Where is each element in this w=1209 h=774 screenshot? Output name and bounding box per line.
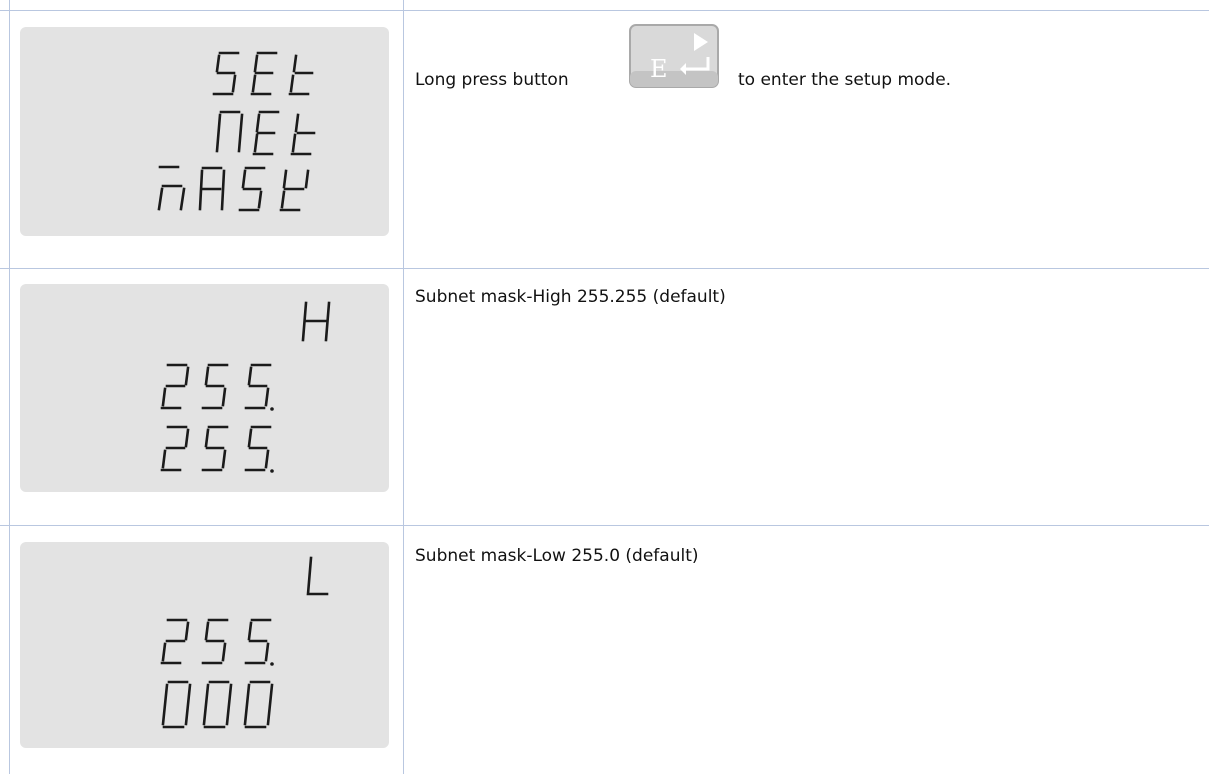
desc-text-before: Long press button — [415, 70, 569, 90]
column-divider — [403, 0, 404, 774]
lcd-segment-digits — [160, 301, 331, 473]
row-divider — [0, 10, 1209, 11]
lcd-line-2 — [160, 363, 272, 410]
lcd-display-set-net-mask — [20, 27, 389, 236]
setup-steps-table: Long press button E to enter the setup m… — [0, 0, 1209, 774]
lcd-display-subnet-mask-high — [20, 284, 389, 492]
lcd-segment-digits — [157, 51, 316, 212]
step-description: Subnet mask-Low 255.0 (default) — [415, 546, 699, 566]
table-left-border — [9, 0, 10, 774]
lcd-line-2 — [160, 618, 272, 665]
lcd-line-1 — [306, 556, 329, 596]
lcd-line-1 — [212, 51, 314, 96]
lcd-line-3 — [160, 425, 272, 472]
desc-text-after: to enter the setup mode. — [738, 70, 952, 90]
lcd-line-2 — [215, 110, 316, 156]
lcd-line-3 — [161, 680, 274, 729]
lcd-line-1 — [301, 301, 331, 342]
row-divider — [0, 268, 1209, 269]
lcd-segment-digits — [160, 556, 329, 729]
lcd-line-3 — [157, 165, 310, 212]
e-button-glyph: E — [650, 55, 668, 83]
lcd-display-subnet-mask-low — [20, 542, 389, 748]
row-divider — [0, 525, 1209, 526]
step-description: Subnet mask-High 255.255 (default) — [415, 287, 726, 307]
step-description-suffix: to enter the setup mode. — [738, 70, 951, 90]
e-enter-button[interactable]: E — [628, 23, 720, 89]
step-description: Long press button — [415, 70, 569, 90]
